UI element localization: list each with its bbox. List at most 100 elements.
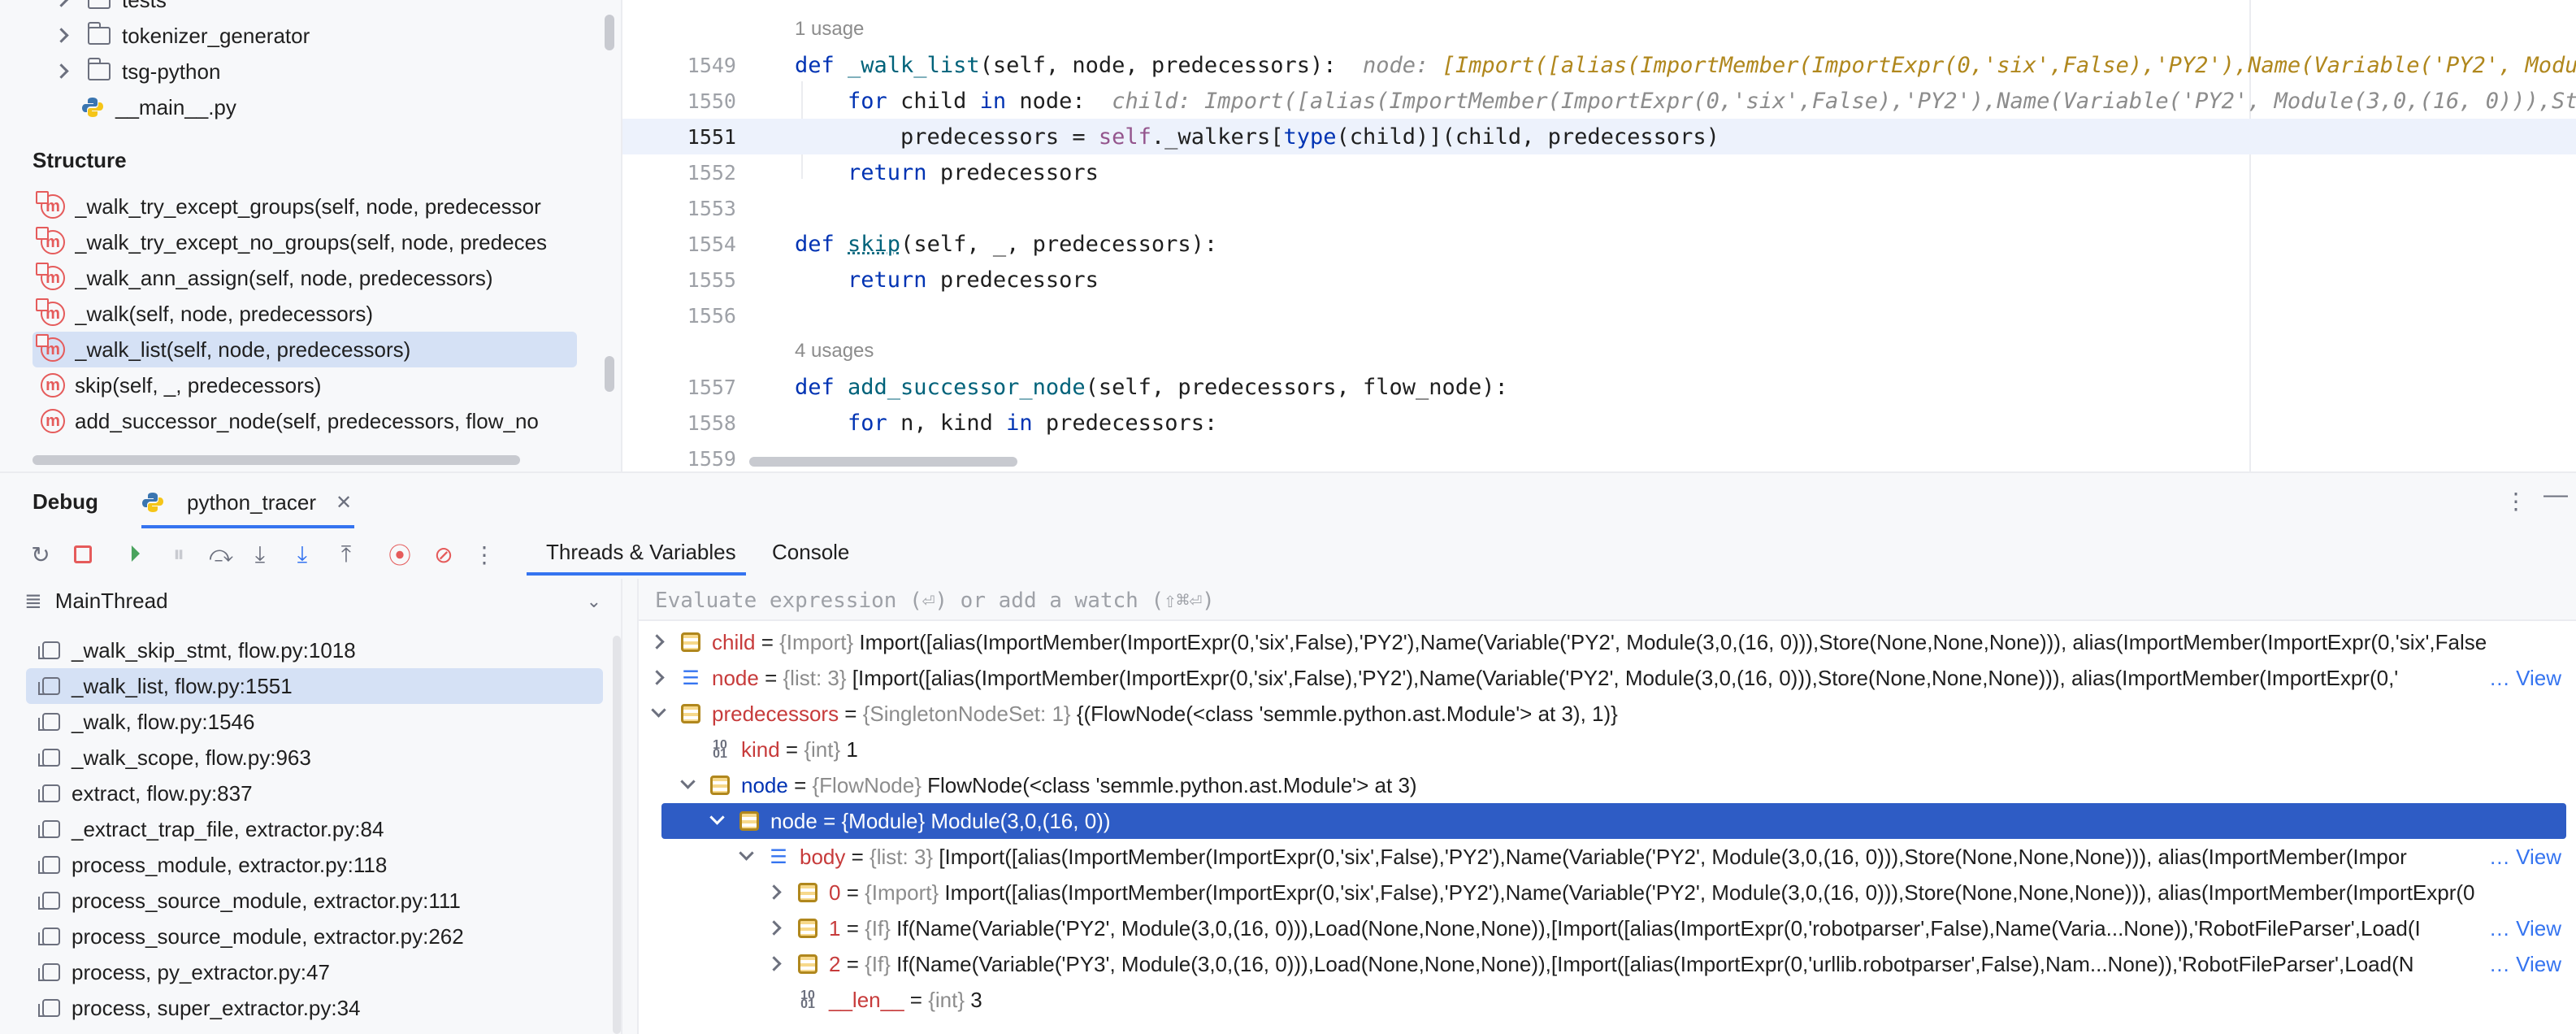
splitter[interactable] (622, 579, 639, 1034)
project-tree-item[interactable]: tsg-python (0, 54, 621, 89)
structure-hscrollbar[interactable] (33, 455, 520, 465)
code-text: predecessors = self._walkers[type(child)… (900, 124, 1720, 150)
variable-row[interactable]: predecessors = {SingletonNodeSet: 1} {(F… (639, 696, 2576, 732)
code-line-1553[interactable]: 1553 (622, 190, 2576, 226)
run-config-tab[interactable]: python_tracer ✕ (141, 478, 352, 527)
project-tree-item[interactable]: tests (0, 0, 621, 18)
variable-row[interactable]: 0 = {Import} Import([alias(ImportMember(… (639, 875, 2576, 910)
chevron-right-icon[interactable] (652, 671, 666, 685)
code-line-1555[interactable]: 1555 return predecessors (622, 262, 2576, 298)
thread-selector[interactable]: ≣ MainThread ⌄ (24, 589, 621, 614)
view-link[interactable]: … View (2482, 915, 2561, 941)
structure-item[interactable]: m _walk_list(self, node, predecessors) (33, 332, 577, 367)
line-number: 1550 (687, 89, 736, 113)
resume-icon[interactable]: ⏵ (119, 538, 151, 571)
more-options-icon[interactable]: ⋮ (2504, 488, 2527, 515)
chevron-down-icon[interactable] (681, 778, 696, 793)
stack-frame[interactable]: _walk, flow.py:1546 (26, 704, 603, 740)
step-out-icon[interactable]: ⤒ (330, 538, 362, 571)
evaluate-expression-input[interactable]: Evaluate expression (⏎) or add a watch (… (639, 579, 2576, 621)
stack-frame[interactable]: _walk_skip_stmt, flow.py:1018 (26, 632, 603, 668)
structure-item[interactable]: m _walk(self, node, predecessors) (33, 296, 577, 332)
tab-console[interactable]: Console (772, 540, 849, 565)
chevron-down-icon[interactable] (710, 814, 725, 828)
variable-row[interactable]: 2 = {If} If(Name(Variable('PY3', Module(… (639, 946, 2576, 982)
code-line-1556[interactable]: 1556 (622, 298, 2576, 333)
stack-frame[interactable]: process_source_module, extractor.py:111 (26, 883, 603, 919)
view-link[interactable]: … View (2482, 844, 2561, 870)
view-breakpoints-icon[interactable]: ⦿ (384, 538, 416, 571)
frames-scrollbar[interactable] (613, 636, 621, 1034)
tab-threads-variables[interactable]: Threads & Variables (546, 540, 736, 565)
variable-name: child (712, 629, 756, 654)
view-link[interactable]: … View (2482, 951, 2561, 977)
structure-scrollbar[interactable] (605, 356, 614, 392)
usage-hint[interactable]: 1 usage (795, 18, 864, 41)
variable-row[interactable]: child = {Import} Import([alias(ImportMem… (639, 624, 2576, 660)
variable-row[interactable]: ☰ node = {list: 3} [Import([alias(ImportM… (639, 660, 2576, 696)
structure-item[interactable]: m _walk_ann_assign(self, node, predecesso… (33, 260, 577, 296)
step-over-icon[interactable]: ⤼ (205, 538, 237, 571)
variable-row[interactable]: node = {Module} Module(3,0,(16, 0)) (661, 803, 2566, 839)
variable-value: FlowNode(<class 'semmle.python.ast.Modul… (927, 772, 1417, 797)
variable-row[interactable]: node = {FlowNode} FlowNode(<class 'semml… (639, 767, 2576, 803)
editor-hscrollbar[interactable] (749, 457, 1017, 467)
variable-name: node (741, 772, 788, 797)
view-link[interactable]: … View (2482, 665, 2561, 691)
stack-frame[interactable]: process_module, extractor.py:118 (26, 847, 603, 883)
variable-row[interactable]: ☰ body = {list: 3} [Import([alias(ImportM… (639, 839, 2576, 875)
code-line-1549[interactable]: 1549 def _walk_list(self, node, predeces… (622, 47, 2576, 83)
pause-icon[interactable]: ⏸ (163, 538, 195, 571)
chevron-right-icon[interactable] (54, 28, 70, 44)
code-line-1551-current[interactable]: 1551 predecessors = self._walkers[type(c… (622, 119, 2576, 154)
chevron-right-icon[interactable] (769, 885, 783, 900)
variable-type: {Import} (779, 629, 854, 654)
stack-frame[interactable]: _walk_list, flow.py:1551 (26, 668, 603, 704)
structure-item-label: _walk_list(self, node, predecessors) (75, 337, 411, 362)
variable-row[interactable]: 10 01 kind = {int} 1 (639, 732, 2576, 767)
variable-row[interactable]: 1 = {If} If(Name(Variable('PY2', Module(… (639, 910, 2576, 946)
variable-row[interactable]: 10 01 __len__ = {int} 3 (639, 982, 2576, 1018)
project-tree-item[interactable]: tokenizer_generator (0, 18, 621, 54)
structure-item[interactable]: m _walk_try_except_groups(self, node, pre… (33, 189, 577, 224)
code-line-1552[interactable]: 1552 return predecessors (622, 154, 2576, 190)
stack-frame[interactable]: _walk_scope, flow.py:963 (26, 740, 603, 776)
mute-breakpoints-icon[interactable]: ⊘ (427, 538, 460, 571)
chevron-right-icon[interactable] (769, 921, 783, 936)
code-line-1554[interactable]: 1554 def skip(self, _, predecessors): (622, 226, 2576, 262)
debug-panel: Debug python_tracer ✕ ⋮ — ↻ ⏵ ⏸ ⤼ ⤓ ⤓ ⤒ … (0, 471, 2576, 1034)
structure-item[interactable]: m _walk_try_except_no_groups(self, node, … (33, 224, 577, 260)
usage-hint[interactable]: 4 usages (795, 340, 874, 363)
stack-frame[interactable]: process_source_module, extractor.py:262 (26, 919, 603, 954)
stack-frame[interactable]: process, super_extractor.py:34 (26, 990, 603, 1026)
chevron-right-icon[interactable] (652, 635, 666, 650)
code-line-1550[interactable]: 1550 for child in node: child: Import([a… (622, 83, 2576, 119)
project-scrollbar[interactable] (605, 15, 614, 50)
chevron-right-icon[interactable] (54, 0, 70, 8)
code-line-1559[interactable]: 1559 (622, 441, 2576, 471)
code-editor[interactable]: 1 usage 1549 def _walk_list(self, node, … (622, 0, 2576, 471)
step-into-icon[interactable]: ⤓ (244, 538, 276, 571)
more-icon[interactable]: ⋮ (468, 538, 501, 571)
chevron-right-icon[interactable] (54, 63, 70, 80)
stack-frame[interactable]: extract, flow.py:837 (26, 776, 603, 811)
chevron-down-icon[interactable] (739, 849, 754, 864)
stack-frame[interactable]: _extract_trap_file, extractor.py:84 (26, 811, 603, 847)
minimize-icon[interactable]: — (2543, 481, 2568, 509)
close-icon[interactable]: ✕ (336, 491, 352, 515)
int-icon: 10 01 (713, 738, 727, 761)
structure-item[interactable]: m add_successor_node(self, predecessors, … (33, 403, 577, 439)
structure-item[interactable]: m skip(self, _, predecessors) (33, 367, 577, 403)
rerun-icon[interactable]: ↻ (24, 538, 57, 571)
object-icon (681, 704, 700, 723)
step-into-my-code-icon[interactable]: ⤓ (286, 538, 319, 571)
project-tree-item[interactable]: __main__.py (0, 89, 621, 125)
chevron-right-icon[interactable] (769, 957, 783, 971)
stack-frame[interactable]: process, py_extractor.py:47 (26, 954, 603, 990)
stack-frame-label: _walk_list, flow.py:1551 (72, 673, 293, 698)
stop-button[interactable] (67, 538, 99, 571)
code-line-1557[interactable]: 1557 def add_successor_node(self, predec… (622, 369, 2576, 405)
code-line-1558[interactable]: 1558 for n, kind in predecessors: (622, 405, 2576, 441)
chevron-down-icon[interactable] (652, 706, 666, 721)
structure-item-label: _walk_try_except_no_groups(self, node, p… (75, 229, 548, 254)
